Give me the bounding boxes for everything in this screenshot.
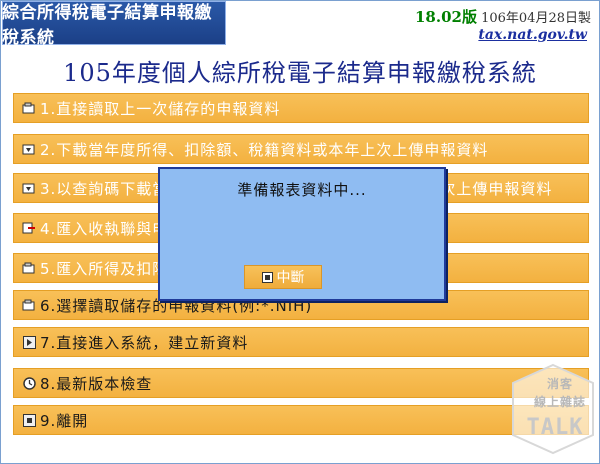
menu-item-2[interactable]: 2.下載當年度所得、扣除額、稅籍資料或本年上次上傳申報資料	[13, 134, 589, 164]
menu-item-label: 7.直接進入系統，建立新資料	[40, 333, 249, 352]
menu-item-1[interactable]: 1.直接讀取上一次儲存的申報資料	[13, 93, 589, 123]
menu-item-label: 1.直接讀取上一次儲存的申報資料	[40, 99, 281, 118]
progress-dialog: 準備報表資料中... 中斷	[158, 167, 446, 301]
watermark-logo: TALK	[526, 415, 584, 440]
watermark-line1: 消客	[546, 377, 573, 391]
app-window: 綜合所得稅電子結算申報繳稅系統 18.02版 106年04月28日製 tax.n…	[0, 0, 600, 464]
stop-icon	[261, 271, 273, 283]
page-title: 105年度個人綜所稅電子結算申報繳稅系統	[63, 59, 537, 87]
site-link[interactable]: tax.nat.gov.tw	[478, 27, 587, 43]
exit-icon	[22, 413, 36, 427]
watermark: 消客 線上雜誌 TALK	[509, 361, 597, 457]
menu-item-label: 2.下載當年度所得、扣除額、稅籍資料或本年上次上傳申報資料	[40, 140, 489, 159]
menu-item-label: 9.離開	[40, 411, 89, 430]
dialog-message: 準備報表資料中...	[237, 181, 367, 199]
enter-icon	[22, 335, 36, 349]
menu-item-8[interactable]: 8.最新版本檢查	[13, 368, 589, 398]
abort-button-label: 中斷	[276, 270, 305, 286]
app-title-banner: 綜合所得稅電子結算申報繳稅系統	[2, 1, 226, 48]
version-label: 18.02版	[414, 8, 477, 26]
import-print-icon	[22, 221, 36, 235]
menu-item-label: 8.最新版本檢查	[40, 374, 153, 393]
menu-item-9[interactable]: 9.離開	[13, 405, 589, 435]
clock-icon	[22, 376, 36, 390]
query-download-icon	[22, 181, 36, 195]
watermark-line2: 線上雜誌	[533, 395, 586, 409]
import-data-icon	[22, 261, 36, 275]
version-info: 18.02版 106年04月28日製	[415, 6, 591, 27]
download-icon	[22, 142, 36, 156]
abort-button[interactable]: 中斷	[244, 265, 322, 289]
build-date: 106年04月28日製	[481, 11, 591, 26]
select-file-icon	[22, 298, 36, 312]
menu-item-7[interactable]: 7.直接進入系統，建立新資料	[13, 327, 589, 357]
open-file-icon	[22, 101, 36, 115]
